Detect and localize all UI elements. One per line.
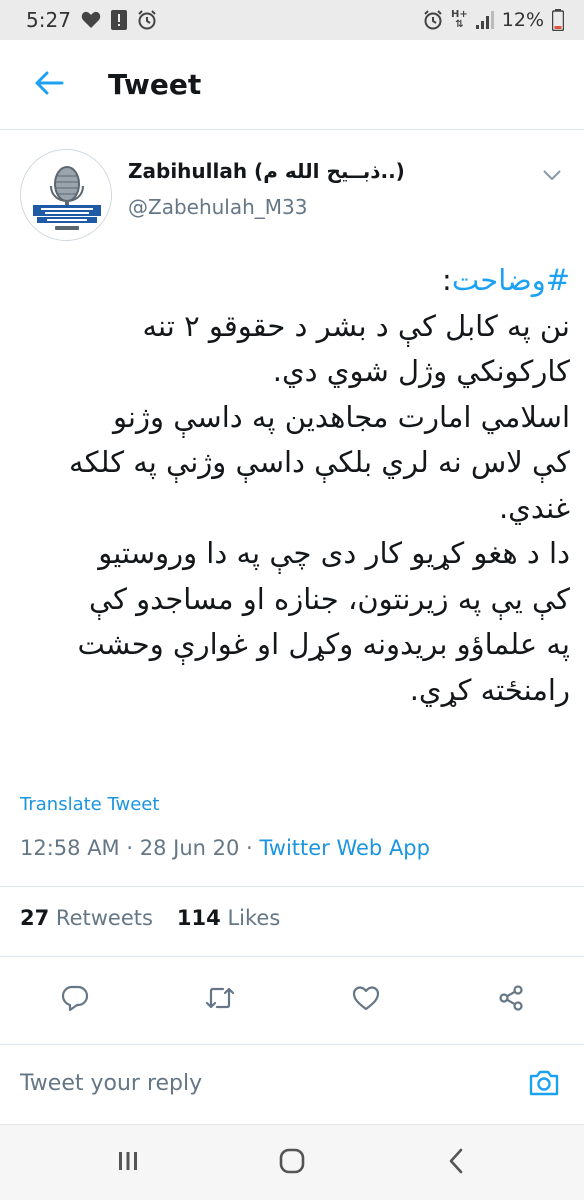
- page-title: Tweet: [108, 68, 202, 101]
- tweet-line: په علماؤو بريدونه وکړل او غوارې وحشت: [77, 627, 570, 661]
- tweet-time: 12:58 AM: [20, 836, 120, 860]
- share-button[interactable]: [489, 978, 533, 1022]
- reply-bar: [0, 1044, 584, 1124]
- tweet-actions: [0, 970, 584, 1026]
- recents-icon: [117, 1150, 139, 1176]
- back-chevron-icon: [448, 1148, 464, 1178]
- tweet-line: غندي.: [498, 490, 570, 525]
- avatar[interactable]: [20, 149, 112, 241]
- home-button[interactable]: [262, 1139, 322, 1187]
- reply-input[interactable]: [20, 1071, 480, 1096]
- signal-icon: [475, 11, 494, 29]
- tweet-line: رامنځته کړي.: [409, 672, 570, 707]
- recents-button[interactable]: [98, 1139, 158, 1187]
- alarm-icon: [137, 10, 157, 30]
- app-header: Tweet: [0, 40, 584, 130]
- tweet-line: کې لاس نه لري بلکې داسې وژنې په کلکه: [69, 445, 570, 479]
- tweet-line: کارکونکي وژل شوي دي.: [272, 354, 570, 388]
- tweet-line: کې يې په زيرنتون، جنازه او مساجدو کې: [88, 581, 570, 616]
- retweets-stat[interactable]: 27 Retweets: [20, 906, 153, 930]
- translate-tweet-link[interactable]: Translate Tweet: [20, 794, 159, 815]
- tweet-line: اسلامي امارت مجاهدين په داسې وژنو: [112, 399, 570, 434]
- arrows-glyph: ⇅: [455, 19, 464, 30]
- back-button[interactable]: [14, 55, 84, 115]
- battery-icon: [552, 9, 564, 31]
- share-icon: [497, 984, 525, 1016]
- meta-separator: ·: [126, 836, 134, 860]
- like-button[interactable]: [344, 978, 388, 1022]
- retweets-label: Retweets: [55, 906, 153, 930]
- reply-button[interactable]: [53, 978, 97, 1022]
- likes-label: Likes: [227, 906, 281, 930]
- tweet-text: #وضاحت: نن په کابل کې د بشر د حقوقو ۲ تن…: [20, 258, 570, 713]
- tweet-source-link[interactable]: Twitter Web App: [259, 836, 430, 860]
- alert-icon: [110, 10, 127, 30]
- tweet-author: Zabihullah (ذبــيح الله م..) @Zabehulah_…: [0, 131, 584, 241]
- heart-icon: [81, 11, 101, 29]
- system-back-button[interactable]: [426, 1139, 486, 1187]
- hashtag-line: #وضاحت:: [20, 258, 570, 304]
- meta-separator: ·: [246, 836, 253, 860]
- hashtag-suffix: :: [442, 263, 452, 297]
- tweet-line: نن په کابل کې د بشر د حقوقو ۲ تنه: [142, 308, 570, 343]
- tweet-line: دا د هغو کړيو کار دی چې په دا وروستيو: [98, 536, 570, 570]
- reply-icon: [61, 984, 89, 1016]
- more-options-button[interactable]: [538, 161, 566, 189]
- battery-percent: 12%: [501, 9, 544, 31]
- status-bar: 5:27 H+ ⇅ 12%: [0, 0, 584, 40]
- status-time: 5:27: [26, 8, 71, 32]
- display-name: Zabihullah (ذبــيح الله م..): [128, 159, 405, 183]
- divider: [0, 956, 584, 957]
- hashtag-link[interactable]: #وضاحت: [452, 263, 570, 297]
- back-arrow-icon: [34, 71, 64, 99]
- microphone-logo-icon: [21, 150, 111, 240]
- system-nav-bar: [0, 1124, 584, 1200]
- divider: [0, 886, 584, 887]
- like-icon: [352, 985, 380, 1015]
- user-handle: @Zabehulah_M33: [128, 195, 308, 219]
- home-icon: [278, 1147, 306, 1179]
- data-arrows-icon: H+ ⇅: [451, 10, 468, 30]
- camera-button[interactable]: [522, 1063, 566, 1107]
- alarm-icon: [423, 10, 443, 30]
- camera-icon: [528, 1068, 560, 1102]
- retweets-count: 27: [20, 906, 50, 930]
- tweet-stats: 27 Retweets 114 Likes: [20, 906, 280, 930]
- chevron-down-icon: [543, 166, 561, 185]
- tweet-meta: 12:58 AM · 28 Jun 20 · Twitter Web App: [20, 836, 430, 860]
- retweet-button[interactable]: [198, 978, 242, 1022]
- tweet-date: 28 Jun 20: [139, 836, 240, 860]
- likes-stat[interactable]: 114 Likes: [177, 906, 280, 930]
- likes-count: 114: [176, 906, 221, 930]
- author-names[interactable]: Zabihullah (ذبــيح الله م..) @Zabehulah_…: [128, 159, 405, 219]
- retweet-icon: [205, 985, 235, 1015]
